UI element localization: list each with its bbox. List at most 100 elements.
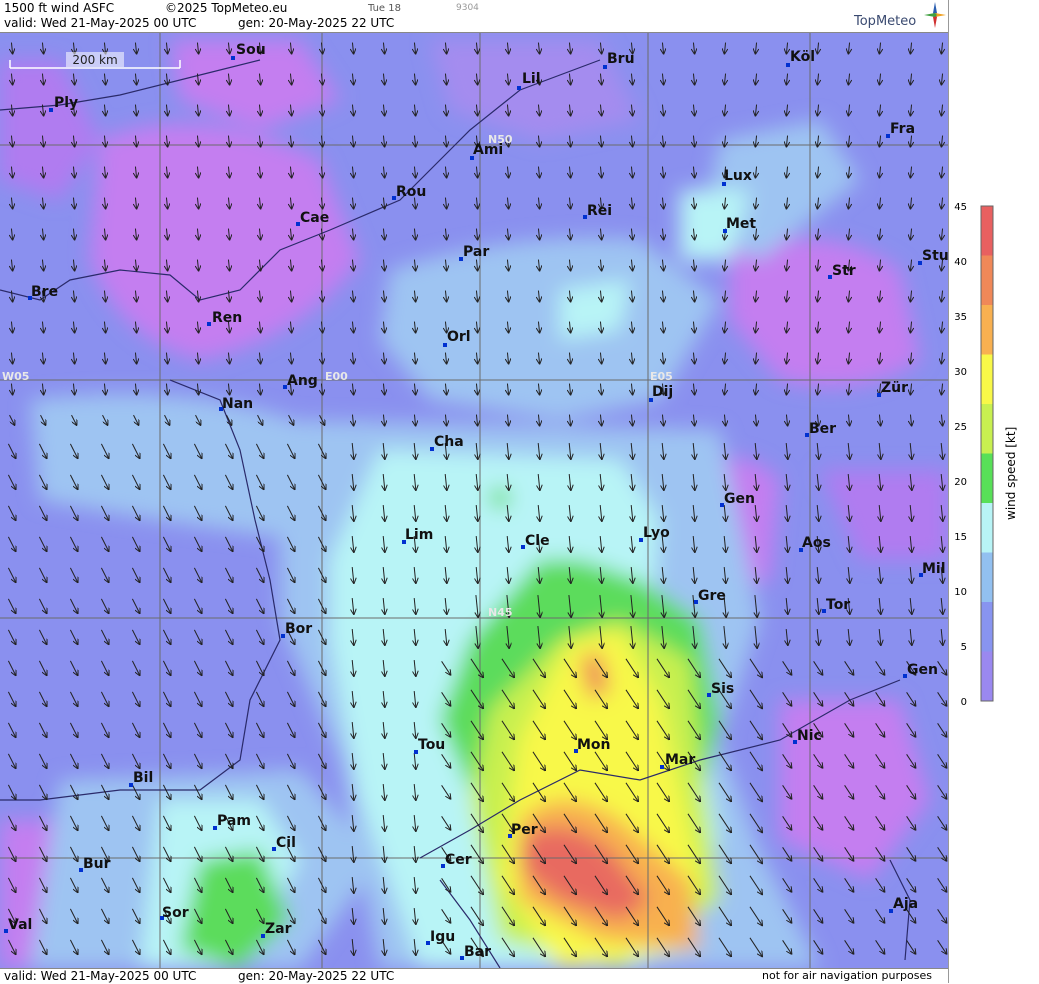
city-dij: Dij [649,384,673,402]
city-cle: Cle [521,533,550,549]
colorbar-tick-label: 45 [954,202,967,213]
colorbar-tick-label: 35 [954,312,967,323]
city-mil: Mil [919,561,946,577]
city-sor: Sor [160,905,189,921]
run-label: Tue 18 [368,3,401,14]
svg-text:Per: Per [511,822,538,838]
colorbar-segment [981,206,993,256]
svg-text:Bru: Bru [607,51,635,67]
colorbar-tick-label: 10 [954,587,967,598]
svg-text:Par: Par [463,244,489,260]
city-zar: Zar [261,921,292,938]
colorbar-segment [981,552,993,603]
svg-text:Lim: Lim [405,527,433,543]
city-bar: Bar [460,944,491,960]
city-bre: Bre [28,284,58,300]
disclaimer: not for air navigation purposes [762,969,932,982]
svg-text:Mil: Mil [922,561,946,577]
colorbar-tick-label: 15 [954,532,967,543]
city-cha: Cha [430,434,464,451]
svg-text:Gen: Gen [724,491,755,507]
colorbar-tick-label: 5 [961,642,967,653]
city-aos: Aos [799,535,831,552]
wind-speed-map: 200 km N50 N45 W05 E00 E05 Sou Ply Bru K… [0,33,948,968]
svg-text:Zür: Zür [881,380,908,396]
svg-text:Cha: Cha [434,434,464,450]
svg-text:Mar: Mar [665,752,695,768]
svg-text:Sis: Sis [711,681,734,697]
city-cae: Cae [296,210,329,226]
svg-text:Lux: Lux [724,168,752,184]
city-per: Per [508,822,538,838]
scale-bar-label: 200 km [72,53,117,67]
svg-text:Köl: Köl [790,49,815,65]
product-title: 1500 ft wind ASFC [4,1,115,15]
city-lim: Lim [402,527,433,544]
svg-text:Sor: Sor [162,905,189,921]
city-gen-it: Gen [903,662,938,678]
colorbar-title: wind speed [kt] [1004,426,1018,520]
colorbar-tick-label: 25 [954,422,967,433]
svg-text:Gre: Gre [698,588,726,604]
grid-label-e00: E00 [325,370,348,383]
city-mon: Mon [574,737,611,753]
city-tou: Tou [414,737,445,754]
svg-text:Bil: Bil [133,770,153,786]
city-str: Str [828,263,856,279]
svg-text:Dij: Dij [652,384,673,400]
svg-text:Ang: Ang [287,373,318,389]
colorbar-tick-label: 40 [954,257,967,268]
svg-text:Cil: Cil [276,835,296,851]
svg-text:Lyo: Lyo [643,525,670,541]
svg-text:Nan: Nan [222,396,253,412]
grid-label-w05: W05 [2,370,29,383]
city-gre: Gre [694,588,726,604]
valid-time: valid: Wed 21-May-2025 00 UTC [4,16,197,30]
city-bor: Bor [281,621,312,638]
svg-text:Ber: Ber [809,421,836,437]
svg-text:Zar: Zar [265,921,292,937]
city-cil: Cil [272,835,296,851]
colorbar-segment [981,255,993,306]
svg-text:Bre: Bre [31,284,58,300]
city-lyo: Lyo [639,525,670,542]
svg-text:Stu: Stu [922,248,948,264]
topmeteo-logo-text: TopMeteo [854,14,917,29]
svg-text:Cae: Cae [300,210,329,226]
legend-panel: 0 5 10 15 20 25 30 35 40 45 [948,0,1039,983]
city-nic: Nic [793,728,822,744]
map-header: 1500 ft wind ASFC ©2025 TopMeteo.eu Tue … [0,0,948,33]
svg-text:Cer: Cer [445,852,472,868]
generated-time: gen: 20-May-2025 22 UTC [238,16,395,30]
svg-text:Rei: Rei [587,203,612,219]
city-igu: Igu [426,929,455,945]
city-pam: Pam [213,813,251,830]
city-bur: Bur [79,856,111,872]
city-ang: Ang [283,373,318,389]
svg-text:Rou: Rou [396,184,426,200]
colorbar-tick-label: 30 [954,367,967,378]
colorbar-segment [981,651,993,702]
svg-text:Ren: Ren [212,310,242,326]
footer-generated-time: gen: 20-May-2025 22 UTC [238,969,395,983]
svg-text:Sou: Sou [236,42,266,58]
svg-text:Tou: Tou [418,737,445,753]
svg-text:Mon: Mon [577,737,611,753]
colorbar-tick-label: 20 [954,477,967,488]
city-ber: Ber [805,421,836,437]
svg-text:Val: Val [8,917,32,933]
city-val: Val [4,917,32,933]
colorbar-segment [981,453,993,504]
svg-text:Orl: Orl [447,329,471,345]
city-met: Met [723,216,756,233]
colorbar-segment [981,305,993,355]
city-fra: Fra [886,121,915,138]
colorbar-segment [981,404,993,454]
colorbar-segment [981,602,993,652]
svg-text:Tor: Tor [826,597,850,613]
copyright: ©2025 TopMeteo.eu [165,1,288,15]
grid-label-n45: N45 [488,606,513,619]
map-footer: valid: Wed 21-May-2025 00 UTC gen: 20-Ma… [0,968,948,984]
svg-text:Bur: Bur [83,856,111,872]
footer-valid-time: valid: Wed 21-May-2025 00 UTC [4,969,197,983]
